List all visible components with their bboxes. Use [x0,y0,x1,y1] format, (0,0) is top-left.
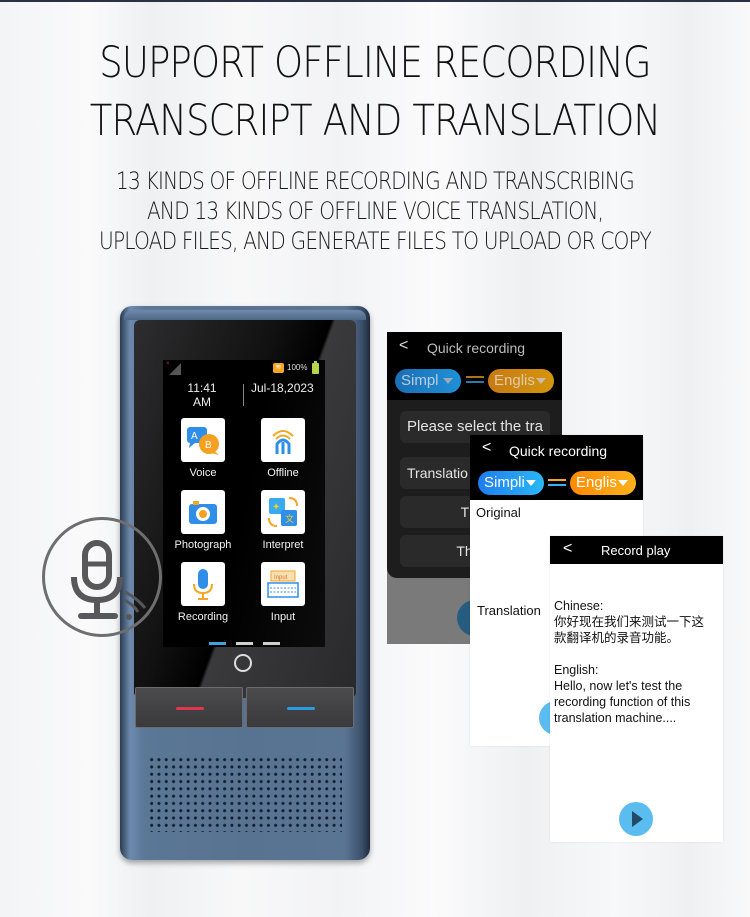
battery-percent: 100% [287,363,308,372]
english-label: English: [554,663,599,677]
interpret-icon: ✦ 文 [261,490,305,534]
transcript-content: Chinese: 你好现在我们来测试一下这 款翻译机的录音功能。 English… [554,598,722,742]
right-hardware-button[interactable] [246,687,354,728]
battery-icon [312,361,319,374]
clock-ampm: AM [193,395,211,409]
page-indicator [163,632,325,647]
back-icon[interactable]: < [482,439,491,457]
target-language-value: Englis [576,474,617,491]
camera-icon [181,490,225,534]
target-language-select[interactable]: Englis [488,369,554,393]
english-block: English: Hello, now let's test the recor… [554,662,722,726]
chevron-down-icon [526,480,536,486]
app-label: Voice [189,467,217,479]
screen-title: Record play [601,543,671,558]
svg-text:Input: Input [274,575,288,581]
no-signal-icon: × [166,361,170,367]
date: Jul-18,2023 [251,381,314,395]
speaker-grille [148,756,342,832]
signal-icon [169,363,181,375]
home-button[interactable] [234,654,252,672]
subheadline: 13 KINDS OF OFFLINE RECORDING AND TRANSC… [60,166,690,256]
svg-text:A: A [191,431,198,442]
source-language-select[interactable]: Simpl [395,369,461,393]
page-dot[interactable] [235,642,253,645]
translation-label: Translation [477,603,541,618]
swap-languages-icon[interactable] [548,478,566,488]
app-input[interactable]: Input Input [248,562,318,623]
subheadline-line-3: UPLOAD FILES, AND GENERATE FILES TO UPLO… [99,227,652,255]
app-label: Input [270,611,296,623]
back-icon[interactable]: < [563,540,572,558]
headline-line-2: TRANSCRIPT AND TRANSLATION [89,96,661,146]
original-label: Original [476,505,521,520]
app-offline[interactable]: Offline [248,418,318,479]
subheadline-line-2: AND 13 KINDS OF OFFLINE VOICE TRANSLATIO… [146,197,604,225]
back-icon[interactable]: < [399,337,408,355]
clock-time: 11:41 [187,381,217,395]
app-label: Interpret [262,539,304,551]
left-hardware-button[interactable] [135,687,243,728]
clock-divider [243,384,244,406]
target-language-value: Englis [494,372,535,389]
page-dot[interactable] [262,642,280,645]
chevron-down-icon [536,378,546,384]
chevron-down-icon [443,378,453,384]
play-button[interactable] [619,802,653,836]
microphone-icon [181,562,225,606]
svg-text:文: 文 [285,513,294,524]
english-text: Hello, now let's test the recording func… [554,679,691,725]
chinese-text: 你好现在我们来测试一下这 款翻译机的录音功能。 [554,615,705,645]
page-dot-active[interactable] [208,642,226,645]
offline-microphone-icon [42,517,162,637]
app-label: Recording [177,611,229,623]
screen-title: Quick recording [509,443,608,459]
source-language-value: Simpl [401,372,439,389]
device-screen: × ≋ 100% 11:41 AM Jul-18,2023 A B Voice … [163,360,325,647]
app-label: Photograph [174,539,232,551]
headline: SUPPORT OFFLINE RECORDING TRANSCRIPT AND… [53,34,698,150]
svg-text:B: B [205,440,212,451]
screen-title: Quick recording [427,340,526,356]
device-top-edge [124,310,366,320]
headline-line-1: SUPPORT OFFLINE RECORDING [99,38,651,88]
chinese-block: Chinese: 你好现在我们来测试一下这 款翻译机的录音功能。 [554,598,722,646]
swap-languages-icon[interactable] [466,375,484,385]
screen-header: < Quick recording Simpli Englis [470,435,643,500]
voice-translate-icon: A B [181,418,225,462]
status-bar: × ≋ 100% [163,360,325,376]
keyboard-icon: Input [261,562,305,606]
chevron-down-icon [618,480,628,486]
screen-header: < Record play [550,536,723,564]
wifi-icon: ≋ [273,363,284,373]
source-language-value: Simpli [484,474,525,491]
app-voice[interactable]: A B Voice [168,418,238,479]
app-interpret[interactable]: ✦ 文 Interpret [248,490,318,551]
svg-text:✦: ✦ [272,502,280,513]
subheadline-line-1: 13 KINDS OF OFFLINE RECORDING AND TRANSC… [116,167,635,195]
screen-header: < Quick recording Simpl Englis [387,332,562,400]
top-border [0,0,750,2]
source-language-select[interactable]: Simpli [478,471,544,495]
app-label: Offline [267,467,299,479]
offline-icon [261,418,305,462]
target-language-select[interactable]: Englis [570,471,636,495]
record-play-screen: < Record play Chinese: 你好现在我们来测试一下这 款翻译机… [550,536,723,842]
chinese-label: Chinese: [554,599,604,613]
app-recording[interactable]: Recording [168,562,238,623]
red-indicator [176,707,204,710]
app-photograph[interactable]: Photograph [168,490,238,551]
blue-indicator [287,707,315,710]
clock: 11:41 AM [183,381,221,409]
